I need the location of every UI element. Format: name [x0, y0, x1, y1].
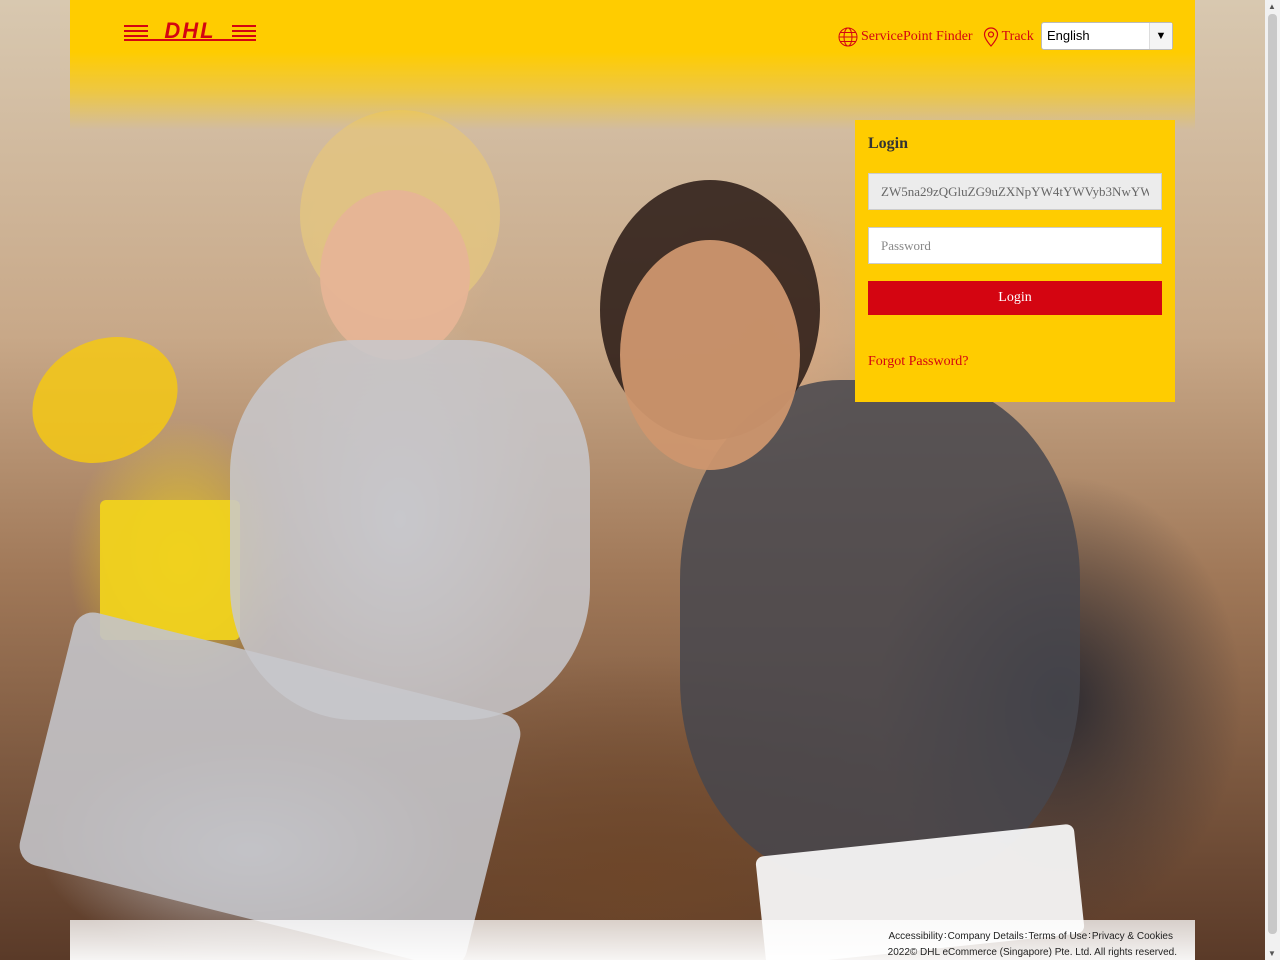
globe-icon — [838, 27, 858, 47]
servicepoint-finder-link[interactable]: ServicePoint Finder — [838, 27, 973, 47]
scroll-down-icon[interactable]: ▼ — [1268, 949, 1276, 958]
login-panel: Login Login Forgot Password? — [855, 120, 1175, 402]
language-selected-value: English — [1047, 28, 1090, 43]
forgot-password-link[interactable]: Forgot Password? — [868, 354, 968, 370]
username-field[interactable] — [868, 173, 1162, 210]
track-label: Track — [1001, 29, 1034, 44]
vertical-scrollbar[interactable]: ▲ ▼ — [1265, 0, 1280, 960]
footer-links: Accessibility ∶ Company Details ∶ Terms … — [889, 931, 1174, 942]
servicepoint-finder-label: ServicePoint Finder — [861, 29, 973, 44]
scrollbar-thumb[interactable] — [1268, 14, 1277, 934]
company-details-link[interactable]: Company Details — [948, 931, 1024, 942]
copyright-text: 2022© DHL eCommerce (Singapore) Pte. Ltd… — [887, 947, 1177, 958]
top-navigation: ServicePoint Finder Track — [838, 22, 1034, 52]
login-title: Login — [868, 135, 909, 152]
footer: Accessibility ∶ Company Details ∶ Terms … — [70, 920, 1195, 960]
scroll-up-icon[interactable]: ▲ — [1268, 2, 1276, 11]
login-button[interactable]: Login — [868, 281, 1162, 315]
chevron-down-icon: ▼ — [1149, 23, 1172, 49]
track-link[interactable]: Track — [983, 27, 1034, 47]
privacy-cookies-link[interactable]: Privacy & Cookies — [1092, 931, 1173, 942]
dhl-logo[interactable]: DHL — [124, 20, 256, 44]
password-field[interactable] — [868, 227, 1162, 264]
accessibility-link[interactable]: Accessibility — [889, 931, 943, 942]
svg-text:DHL: DHL — [164, 20, 215, 43]
location-pin-icon — [983, 27, 998, 47]
language-select[interactable]: English ▼ — [1041, 22, 1173, 50]
terms-of-use-link[interactable]: Terms of Use — [1028, 931, 1087, 942]
